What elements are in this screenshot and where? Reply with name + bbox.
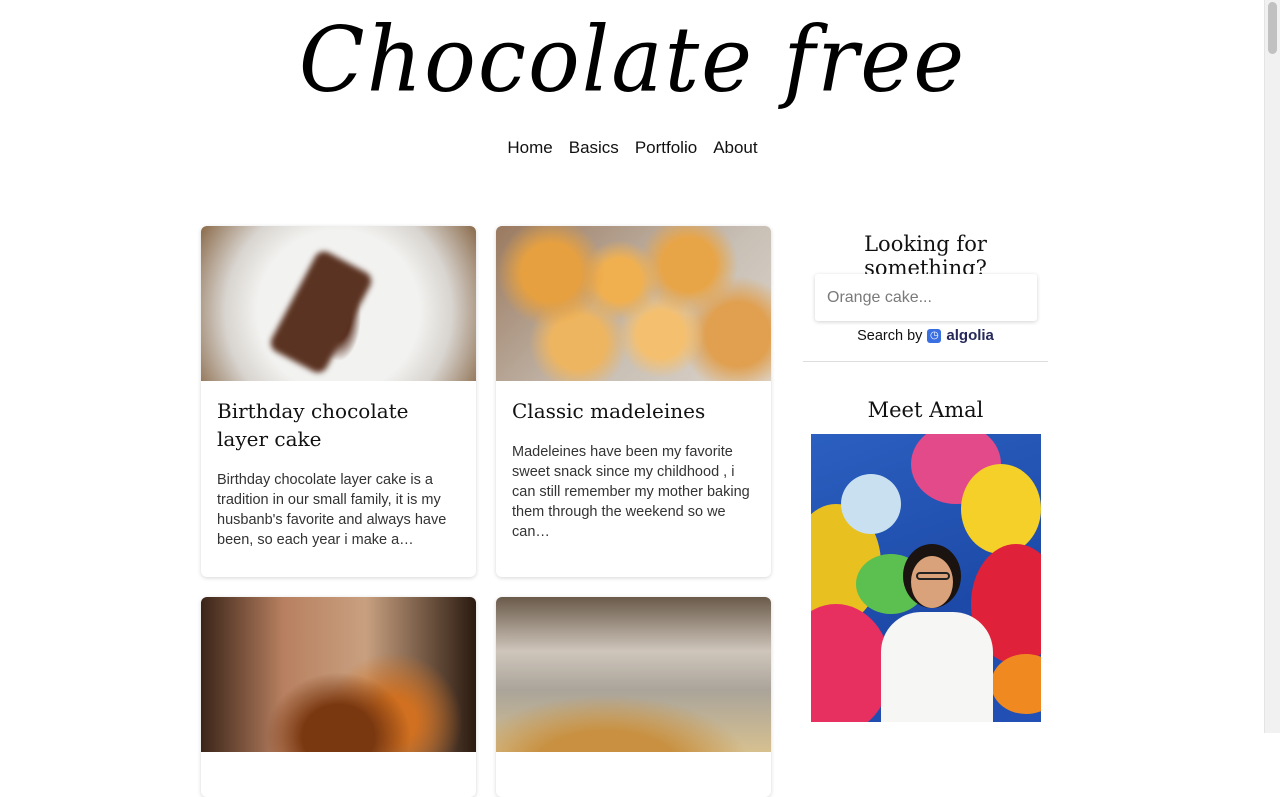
page-scrollbar[interactable] [1264,0,1280,733]
post-excerpt: Madeleines have been my favorite sweet s… [512,444,750,540]
post-title[interactable]: Birthday chocolate layer cake [217,397,460,453]
post-card-4[interactable] [496,597,771,797]
post-card-madeleines[interactable]: Classic madeleines Madeleines have been … [496,226,771,577]
post-card-3[interactable] [201,597,476,797]
nav-portfolio-link[interactable]: Portfolio [635,138,697,158]
post-title[interactable]: Classic madeleines [512,397,755,425]
white-shirt [881,612,993,722]
post-image-3[interactable] [201,597,476,752]
mural-orange-shape [991,654,1041,714]
post-excerpt: Birthday chocolate layer cake is a tradi… [217,472,447,548]
meet-heading: Meet Amal [867,398,984,422]
mural-yellow-shape [961,464,1041,554]
site-logo[interactable]: Chocolate free [0,0,1265,123]
nav-about-link[interactable]: About [713,138,757,158]
algolia-clock-icon: ◷ [927,328,942,343]
algolia-wordmark: algolia [946,327,994,344]
scrollbar-thumb[interactable] [1268,2,1277,54]
nav-basics-link[interactable]: Basics [569,138,619,158]
post-image-madeleines[interactable] [496,226,771,381]
mural-light-shape [841,474,901,534]
search-by-label: Search by [857,327,923,344]
post-image-4[interactable] [496,597,771,752]
search-heading: Looking for something? [864,232,987,280]
search-input[interactable] [815,274,1037,321]
face [911,556,953,608]
glasses [916,572,950,580]
mural-red-shape-left [811,604,891,722]
main-nav: Home Basics Portfolio About [0,138,1265,158]
search-by-algolia[interactable]: Search by ◷ algolia [803,327,1048,344]
author-photo [811,434,1041,722]
sidebar-divider [803,361,1048,362]
nav-home-link[interactable]: Home [507,138,552,158]
